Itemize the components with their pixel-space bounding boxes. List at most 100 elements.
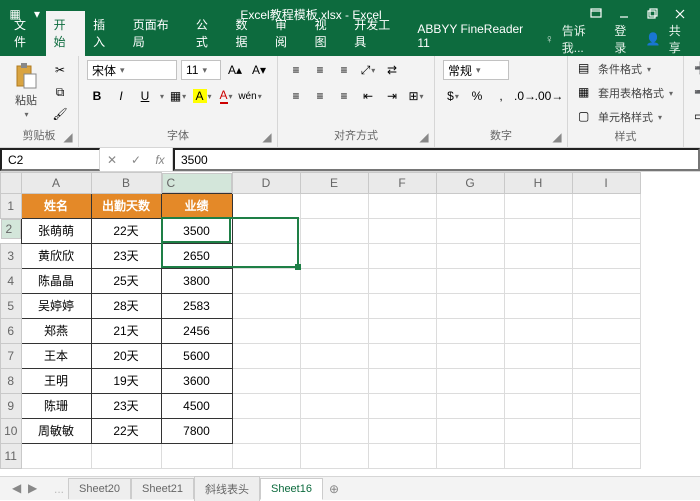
table-header[interactable]: 业绩: [161, 193, 232, 218]
orientation-button[interactable]: ⤢▾: [358, 60, 378, 80]
cell[interactable]: 2650: [161, 243, 232, 268]
col-header[interactable]: D: [232, 173, 300, 194]
cell[interactable]: 陈晶晶: [21, 268, 91, 293]
cell[interactable]: 3800: [161, 268, 232, 293]
cell[interactable]: 王明: [21, 368, 91, 393]
sheet-tab[interactable]: Sheet16: [260, 478, 323, 500]
wrap-text-button[interactable]: ⇄: [382, 60, 402, 80]
name-box[interactable]: [0, 148, 100, 171]
cell[interactable]: 陈珊: [21, 393, 91, 418]
conditional-format-button[interactable]: ▤条件格式▾: [576, 60, 653, 78]
insert-cells-button[interactable]: ➕插入▾: [692, 60, 700, 78]
row-header[interactable]: 1: [1, 193, 22, 218]
col-header[interactable]: H: [504, 173, 572, 194]
font-color-button[interactable]: A▾: [216, 86, 236, 106]
currency-button[interactable]: $▾: [443, 86, 463, 106]
row-header[interactable]: 2: [1, 219, 21, 239]
sheet-tab[interactable]: Sheet20: [68, 478, 131, 499]
tab-developer[interactable]: 开发工具: [346, 11, 409, 56]
cell[interactable]: 吴婷婷: [21, 293, 91, 318]
cell[interactable]: 2456: [161, 318, 232, 343]
cell[interactable]: 7800: [161, 418, 232, 443]
tab-view[interactable]: 视图: [307, 11, 347, 56]
format-cells-button[interactable]: ▭格式▾: [692, 108, 700, 126]
cell[interactable]: 21天: [91, 318, 161, 343]
cell[interactable]: 19天: [91, 368, 161, 393]
font-size-select[interactable]: 11▾: [181, 60, 221, 80]
dialog-launcher[interactable]: ◢: [417, 130, 431, 144]
dialog-launcher[interactable]: ◢: [260, 130, 274, 144]
cell-style-button[interactable]: ▢单元格样式▾: [576, 108, 664, 126]
row-header[interactable]: 7: [1, 343, 22, 368]
decrease-decimal-button[interactable]: .00→: [539, 86, 559, 106]
row-header[interactable]: 11: [1, 443, 22, 468]
underline-button[interactable]: U: [135, 86, 155, 106]
tab-page-layout[interactable]: 页面布局: [125, 11, 188, 56]
row-header[interactable]: 10: [1, 418, 22, 443]
cell[interactable]: 郑燕: [21, 318, 91, 343]
tab-data[interactable]: 数据: [227, 11, 267, 56]
cell[interactable]: 25天: [91, 268, 161, 293]
tab-home[interactable]: 开始: [46, 11, 86, 56]
bold-button[interactable]: B: [87, 86, 107, 106]
row-header[interactable]: 3: [1, 243, 22, 268]
increase-decimal-button[interactable]: .0→: [515, 86, 535, 106]
decrease-font-button[interactable]: A▾: [249, 60, 269, 80]
col-header[interactable]: C: [162, 173, 232, 193]
cell[interactable]: 20天: [91, 343, 161, 368]
format-painter-button[interactable]: 🖌: [50, 104, 70, 124]
row-header[interactable]: 9: [1, 393, 22, 418]
table-header[interactable]: 姓名: [21, 193, 91, 218]
align-bottom-button[interactable]: ≡: [334, 60, 354, 80]
tell-me[interactable]: 告诉我...: [562, 22, 607, 56]
cell[interactable]: 4500: [161, 393, 232, 418]
row-header[interactable]: 8: [1, 368, 22, 393]
cell[interactable]: 23天: [91, 243, 161, 268]
dialog-launcher[interactable]: ◢: [61, 130, 75, 144]
increase-indent-button[interactable]: ⇥: [382, 86, 402, 106]
sheet-tab[interactable]: Sheet21: [131, 478, 194, 499]
cancel-formula-button[interactable]: ✕: [100, 153, 124, 167]
tab-review[interactable]: 审阅: [267, 11, 307, 56]
align-left-button[interactable]: ≡: [286, 86, 306, 106]
cell[interactable]: 黄欣欣: [21, 243, 91, 268]
decrease-indent-button[interactable]: ⇤: [358, 86, 378, 106]
increase-font-button[interactable]: A▴: [225, 60, 245, 80]
copy-button[interactable]: ⧉: [50, 82, 70, 102]
col-header[interactable]: E: [300, 173, 368, 194]
tab-formulas[interactable]: 公式: [188, 11, 228, 56]
formula-input[interactable]: [173, 148, 700, 171]
tab-insert[interactable]: 插入: [85, 11, 125, 56]
sheet-tab[interactable]: 斜线表头: [194, 476, 260, 501]
cell[interactable]: 22天: [91, 418, 161, 443]
select-all-button[interactable]: [1, 173, 22, 194]
cell[interactable]: 22天: [91, 218, 161, 243]
login-link[interactable]: 登录: [614, 22, 637, 56]
delete-cells-button[interactable]: ➖删除▾: [692, 84, 700, 102]
col-header[interactable]: I: [572, 173, 640, 194]
border-button[interactable]: ▦▾: [168, 86, 188, 106]
paste-button[interactable]: 粘贴 ▾: [8, 60, 44, 121]
merge-button[interactable]: ⊞▾: [406, 86, 426, 106]
row-header[interactable]: 5: [1, 293, 22, 318]
sheet-area[interactable]: A B C D E F G H I 1 姓名 出勤天数 业绩 2 张萌萌 22天…: [0, 172, 700, 476]
col-header[interactable]: G: [436, 173, 504, 194]
table-format-button[interactable]: ▦套用表格格式▾: [576, 84, 675, 102]
cell[interactable]: 周敏敏: [21, 418, 91, 443]
sheet-nav-prev[interactable]: ◀: [12, 481, 26, 497]
table-header[interactable]: 出勤天数: [91, 193, 161, 218]
dialog-launcher[interactable]: ◢: [550, 130, 564, 144]
tab-abbyy[interactable]: ABBYY FineReader 11: [409, 17, 544, 56]
number-format-select[interactable]: 常规▾: [443, 60, 509, 80]
row-header[interactable]: 4: [1, 268, 22, 293]
new-sheet-button[interactable]: ⊕: [323, 482, 345, 496]
fx-button[interactable]: fx: [148, 153, 172, 167]
cell[interactable]: 23天: [91, 393, 161, 418]
cell[interactable]: 28天: [91, 293, 161, 318]
tab-file[interactable]: 文件: [6, 11, 46, 56]
font-family-select[interactable]: 宋体▾: [87, 60, 177, 80]
italic-button[interactable]: I: [111, 86, 131, 106]
cell[interactable]: 2583: [161, 293, 232, 318]
share-button[interactable]: 共享: [669, 22, 692, 56]
align-top-button[interactable]: ≡: [286, 60, 306, 80]
